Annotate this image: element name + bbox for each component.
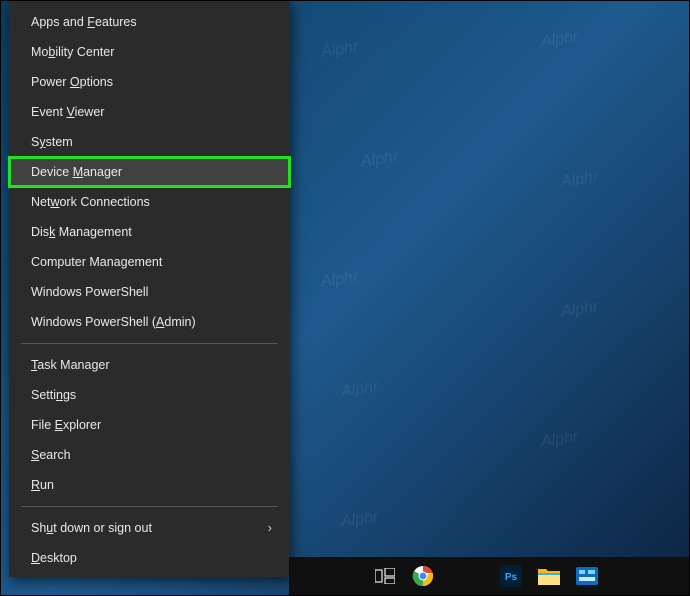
menu-item-label: System bbox=[31, 135, 73, 149]
menu-item-desktop[interactable]: Desktop bbox=[9, 543, 290, 573]
menu-item-label: Desktop bbox=[31, 551, 77, 565]
menu-item-apps-features[interactable]: Apps and Features bbox=[9, 7, 290, 37]
winx-context-menu: Apps and Features Mobility Center Power … bbox=[9, 1, 290, 577]
menu-item-mobility-center[interactable]: Mobility Center bbox=[9, 37, 290, 67]
menu-item-powershell-admin[interactable]: Windows PowerShell (Admin) bbox=[9, 307, 290, 337]
menu-item-computer-management[interactable]: Computer Management bbox=[9, 247, 290, 277]
menu-item-powershell[interactable]: Windows PowerShell bbox=[9, 277, 290, 307]
menu-item-task-manager[interactable]: Task Manager bbox=[9, 350, 290, 380]
menu-item-event-viewer[interactable]: Event Viewer bbox=[9, 97, 290, 127]
menu-item-label: File Explorer bbox=[31, 418, 101, 432]
menu-separator bbox=[21, 343, 278, 344]
control-panel-icon[interactable] bbox=[575, 564, 599, 588]
menu-item-label: Apps and Features bbox=[31, 15, 137, 29]
menu-item-network-connections[interactable]: Network Connections bbox=[9, 187, 290, 217]
menu-item-disk-management[interactable]: Disk Management bbox=[9, 217, 290, 247]
menu-item-search[interactable]: Search bbox=[9, 440, 290, 470]
menu-item-system[interactable]: System bbox=[9, 127, 290, 157]
menu-item-run[interactable]: Run bbox=[9, 470, 290, 500]
menu-item-label: Power Options bbox=[31, 75, 113, 89]
menu-item-label: Disk Management bbox=[31, 225, 132, 239]
chrome-icon[interactable] bbox=[411, 564, 435, 588]
menu-separator bbox=[21, 506, 278, 507]
menu-item-label: Windows PowerShell bbox=[31, 285, 148, 299]
menu-item-power-options[interactable]: Power Options bbox=[9, 67, 290, 97]
menu-item-label: Windows PowerShell (Admin) bbox=[31, 315, 196, 329]
menu-item-label: Mobility Center bbox=[31, 45, 114, 59]
menu-item-label: Search bbox=[31, 448, 71, 462]
menu-item-label: Task Manager bbox=[31, 358, 110, 372]
menu-item-shutdown-signout[interactable]: Shut down or sign out › bbox=[9, 513, 290, 543]
taskview-icon[interactable] bbox=[373, 564, 397, 588]
taskbar: Ps bbox=[289, 557, 689, 595]
menu-item-label: Device Manager bbox=[31, 165, 122, 179]
menu-item-label: Computer Management bbox=[31, 255, 162, 269]
menu-item-label: Settings bbox=[31, 388, 76, 402]
menu-item-settings[interactable]: Settings bbox=[9, 380, 290, 410]
menu-item-label: Event Viewer bbox=[31, 105, 104, 119]
chevron-right-icon: › bbox=[268, 521, 272, 535]
menu-item-file-explorer[interactable]: File Explorer bbox=[9, 410, 290, 440]
menu-item-label: Shut down or sign out bbox=[31, 521, 152, 535]
menu-item-label: Network Connections bbox=[31, 195, 150, 209]
svg-text:Ps: Ps bbox=[505, 572, 518, 583]
file-explorer-icon[interactable] bbox=[537, 564, 561, 588]
photoshop-icon[interactable]: Ps bbox=[499, 564, 523, 588]
menu-item-label: Run bbox=[31, 478, 54, 492]
menu-item-device-manager[interactable]: Device Manager bbox=[9, 157, 290, 187]
